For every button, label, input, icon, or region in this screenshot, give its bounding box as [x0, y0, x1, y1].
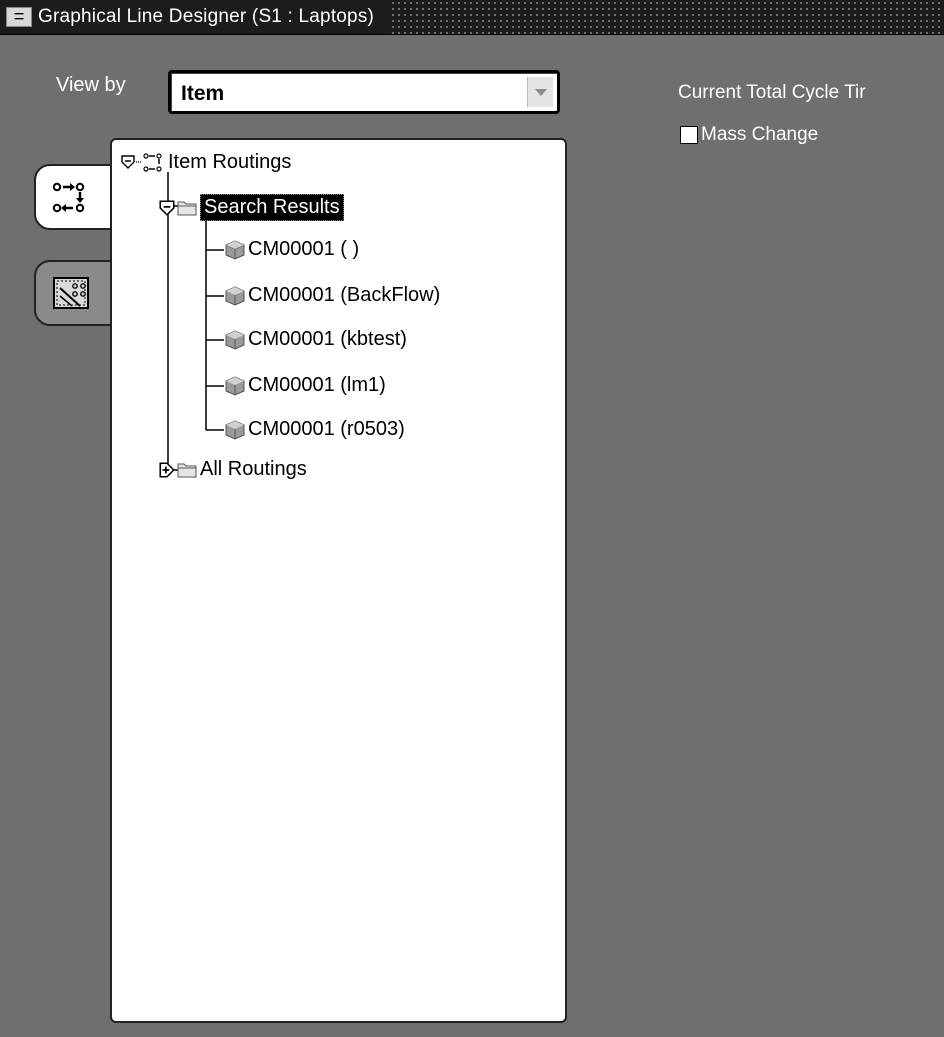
item-cube-icon [225, 239, 245, 260]
title-bar[interactable]: ▬▬▬ ▬▬▬ Graphical Line Designer (S1 : Lap… [0, 0, 944, 35]
tree-node-routing[interactable]: CM00001 (r0503) [224, 418, 405, 441]
tree-node-routing[interactable]: CM00001 (BackFlow) [224, 284, 440, 307]
mass-change-checkbox-row[interactable]: Mass Change [680, 124, 818, 146]
routing-tree-panel[interactable]: Item Routings Search Results CM00001 ( )… [110, 138, 567, 1023]
tree-node-routing[interactable]: CM00001 (lm1) [224, 374, 386, 397]
routing-flow-icon [52, 182, 85, 213]
tree-node-label: CM00001 (lm1) [248, 374, 386, 396]
tree-node-label: CM00001 (kbtest) [248, 328, 407, 350]
tree-node-label: CM00001 ( ) [248, 238, 360, 260]
diagram-view-icon [53, 277, 89, 309]
tree-node-search-results[interactable]: Search Results [158, 194, 344, 221]
item-cube-icon [225, 375, 245, 396]
tree-node-label: CM00001 (BackFlow) [248, 284, 441, 306]
collapse-icon[interactable] [120, 154, 136, 170]
tree-node-routing[interactable]: CM00001 (kbtest) [224, 328, 407, 351]
oracle-app-logo-icon: ▬▬▬ ▬▬▬ [6, 7, 32, 27]
current-total-cycle-time-label: Current Total Cycle Tir [678, 82, 866, 103]
title-bar-left: ▬▬▬ ▬▬▬ Graphical Line Designer (S1 : Lap… [0, 0, 389, 34]
tree-node-label: Item Routings [168, 150, 292, 173]
item-cube-icon [225, 419, 245, 440]
collapse-icon[interactable] [158, 199, 176, 217]
mass-change-checkbox[interactable] [680, 126, 698, 144]
tree-node-item-routings[interactable]: Item Routings [120, 150, 291, 174]
tree-node-label: Search Results [200, 194, 344, 221]
tree-node-label: All Routings [200, 458, 307, 480]
tree-node-routing[interactable]: CM00001 ( ) [224, 238, 359, 261]
mass-change-label: Mass Change [701, 124, 819, 145]
view-by-value: Item [181, 82, 225, 105]
folder-icon [177, 463, 197, 477]
tree-node-label: CM00001 (r0503) [248, 418, 405, 440]
expand-icon[interactable] [158, 461, 176, 479]
item-cube-icon [225, 329, 245, 350]
view-by-select[interactable]: Item [168, 70, 560, 114]
tree-node-all-routings[interactable]: All Routings [158, 458, 307, 481]
window-title: Graphical Line Designer (S1 : Laptops) [38, 6, 375, 27]
view-by-label: View by [56, 74, 126, 96]
item-cube-icon [225, 285, 245, 306]
dropdown-arrow-icon[interactable] [527, 77, 553, 107]
folder-icon [177, 201, 197, 215]
item-routings-icon [136, 153, 162, 172]
